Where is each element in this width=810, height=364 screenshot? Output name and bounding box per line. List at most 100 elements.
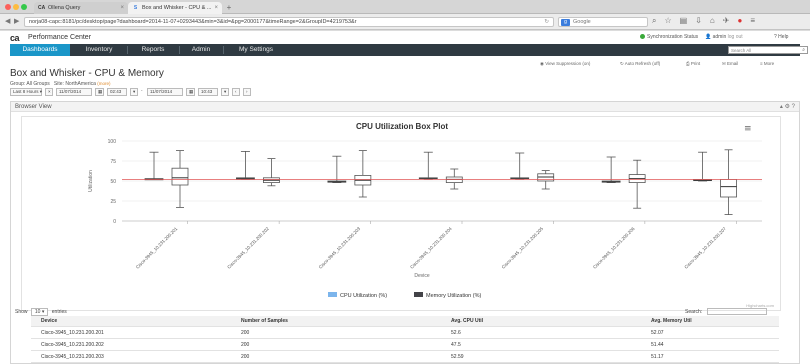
table-cell: 200 (241, 354, 250, 360)
range-clear-icon[interactable]: × (45, 88, 53, 96)
help-link[interactable]: ? Help (774, 34, 788, 40)
app-header: ca Performance Center Synchronization St… (0, 31, 810, 44)
more-action[interactable]: ≡ More (760, 61, 774, 66)
legend-item-cpu[interactable]: CPU Utilization (%) (340, 293, 387, 299)
user-menu[interactable]: 👤 admin log out (705, 34, 743, 40)
chevron-down-icon[interactable]: ▾ (130, 88, 138, 96)
close-window-icon[interactable] (5, 4, 11, 10)
auto-refresh-action[interactable]: ↻ Auto Refresh (off) (620, 61, 660, 67)
column-header[interactable]: Number of Samples (241, 316, 288, 327)
email-action[interactable]: ✉ Email (722, 61, 738, 67)
maximize-window-icon[interactable] (21, 4, 27, 10)
nav-item-admin[interactable]: Admin (182, 44, 220, 56)
box (720, 179, 737, 198)
nav-item-dashboards[interactable]: Dashboards (10, 44, 70, 56)
tab-favicon-icon: CA (38, 5, 46, 11)
x-tick-label: Cisco-3945_10.231.200.201 (135, 226, 179, 270)
start-date-field[interactable]: 11/07/2014 (56, 88, 92, 96)
table-cell: Cisco-3945_10.231.200.202 (41, 342, 104, 348)
table-search-input[interactable] (706, 308, 767, 315)
app-window: ca Performance Center Synchronization St… (0, 31, 810, 364)
sync-status[interactable]: Synchronization Status (640, 34, 698, 40)
print-action[interactable]: ⎙ Print (686, 61, 700, 66)
tab-favicon-icon: S (133, 5, 138, 11)
chart-menu-icon[interactable]: ≡ (744, 124, 752, 134)
new-tab-button[interactable]: + (224, 3, 234, 12)
legend-swatch (328, 292, 337, 297)
forward-icon[interactable]: ▶ (14, 17, 19, 25)
browser-tab-1[interactable]: CA Ollena Query × (34, 2, 128, 14)
browser-icons: ⌕ ☆ ▤ ⇩ ⌂ ✈ ● ≡ (652, 16, 755, 26)
nav-search-input[interactable]: Search All ⌕ (728, 46, 808, 54)
addon-icon[interactable]: ● (737, 16, 742, 26)
collapse-icon[interactable]: ▴ (780, 104, 783, 110)
bookmarks-icon[interactable]: ▤ (680, 16, 688, 26)
view-suppression-action[interactable]: ◉ View Suppression (on) (540, 61, 590, 67)
legend-item-memory[interactable]: Memory Utilization (%) (426, 293, 481, 299)
search-icon[interactable]: ⌕ (652, 16, 656, 26)
panel-header: Browser View ▴ ⚙ ? (11, 102, 799, 112)
calendar-icon[interactable]: ▦ (186, 88, 195, 96)
y-tick-label: 25 (110, 199, 116, 205)
table-cell: 52.6 (451, 330, 461, 336)
x-tick-label: Cisco-3945_10.231.200.202 (226, 226, 270, 270)
table-cell: 47.5 (451, 342, 461, 348)
tab-label: Box and Whisker - CPU & ... (142, 5, 212, 11)
column-header[interactable]: Device (41, 316, 57, 327)
end-date-field[interactable]: 11/07/2014 (147, 88, 183, 96)
nav-divider (223, 46, 224, 54)
nav-item-reports[interactable]: Reports (130, 44, 176, 56)
ca-logo: ca (10, 33, 20, 43)
nav-item-my-settings[interactable]: My Settings (226, 44, 286, 56)
google-icon: g (561, 19, 570, 26)
table-cell: 51.17 (651, 354, 664, 360)
app-title: Performance Center (28, 34, 92, 41)
end-time-field[interactable]: 10:43 (198, 88, 218, 96)
search-icon[interactable]: ⌕ (802, 47, 805, 54)
legend-swatch (414, 292, 423, 297)
status-dot-icon (640, 34, 645, 40)
reload-icon[interactable]: ↻ (544, 18, 549, 26)
table-row[interactable]: Cisco-3945_10.231.200.201 200 52.6 52.07 (31, 328, 779, 339)
home-icon[interactable]: ⌂ (710, 16, 715, 26)
menu-icon[interactable]: ≡ (750, 16, 755, 26)
table-row[interactable]: Cisco-3945_10.231.200.203 200 52.59 51.17 (31, 352, 779, 363)
nav-divider (127, 46, 128, 54)
time-range-select[interactable]: Last 8 Hours ▾ (10, 88, 42, 96)
browser-tab-2[interactable]: S Box and Whisker - CPU & ... × (128, 2, 222, 14)
browser-search-field[interactable]: g Google (558, 17, 648, 27)
start-time-field[interactable]: 02:43 (107, 88, 127, 96)
y-tick-label: 50 (110, 179, 116, 185)
previous-period-icon[interactable]: ‹ (232, 88, 240, 96)
page-size-select[interactable]: 10 ▾ (30, 308, 49, 316)
close-tab-icon[interactable]: × (214, 2, 218, 14)
table-row[interactable]: Cisco-3945_10.231.200.202 200 47.5 51.44 (31, 340, 779, 351)
nav-search-placeholder: Search All (731, 48, 752, 53)
close-tab-icon[interactable]: × (120, 2, 124, 14)
column-header[interactable]: Avg. Memory Util (651, 316, 692, 327)
next-period-icon[interactable]: › (243, 88, 251, 96)
sync-icon[interactable]: ✈ (723, 16, 730, 26)
page-size-control: Show 10 ▾ entries (15, 308, 67, 316)
group-site-line: Group: All Groups Site: NorthAmerica (mo… (10, 81, 111, 87)
table-header-row: Device Number of Samples Avg. CPU Util Avg.… (31, 316, 779, 327)
chevron-down-icon[interactable]: ▾ (221, 88, 229, 96)
panel-tools: ▴ ⚙ ? (780, 102, 795, 112)
column-header[interactable]: Avg. CPU Util (451, 316, 483, 327)
chart-title: CPU Utilization Box Plot (356, 122, 448, 131)
y-tick-label: 0 (113, 219, 116, 225)
y-tick-label: 75 (110, 159, 116, 165)
table-cell: 52.07 (651, 330, 664, 336)
calendar-icon[interactable]: ▦ (95, 88, 104, 96)
gear-icon[interactable]: ⚙ (785, 104, 790, 110)
back-icon[interactable]: ◀ (5, 17, 10, 25)
download-icon[interactable]: ⇩ (695, 16, 702, 26)
nav-item-inventory[interactable]: Inventory (74, 44, 124, 56)
star-icon[interactable]: ☆ (664, 16, 671, 26)
help-icon[interactable]: ? (792, 104, 795, 110)
url-field[interactable]: norja08-capc:8181/pc/desktop/page?dashbo… (24, 17, 554, 27)
y-axis-label: Utilization (88, 170, 94, 192)
site-more-link[interactable]: (more) (97, 81, 110, 86)
minimize-window-icon[interactable] (13, 4, 19, 10)
table-cell: 52.59 (451, 354, 464, 360)
